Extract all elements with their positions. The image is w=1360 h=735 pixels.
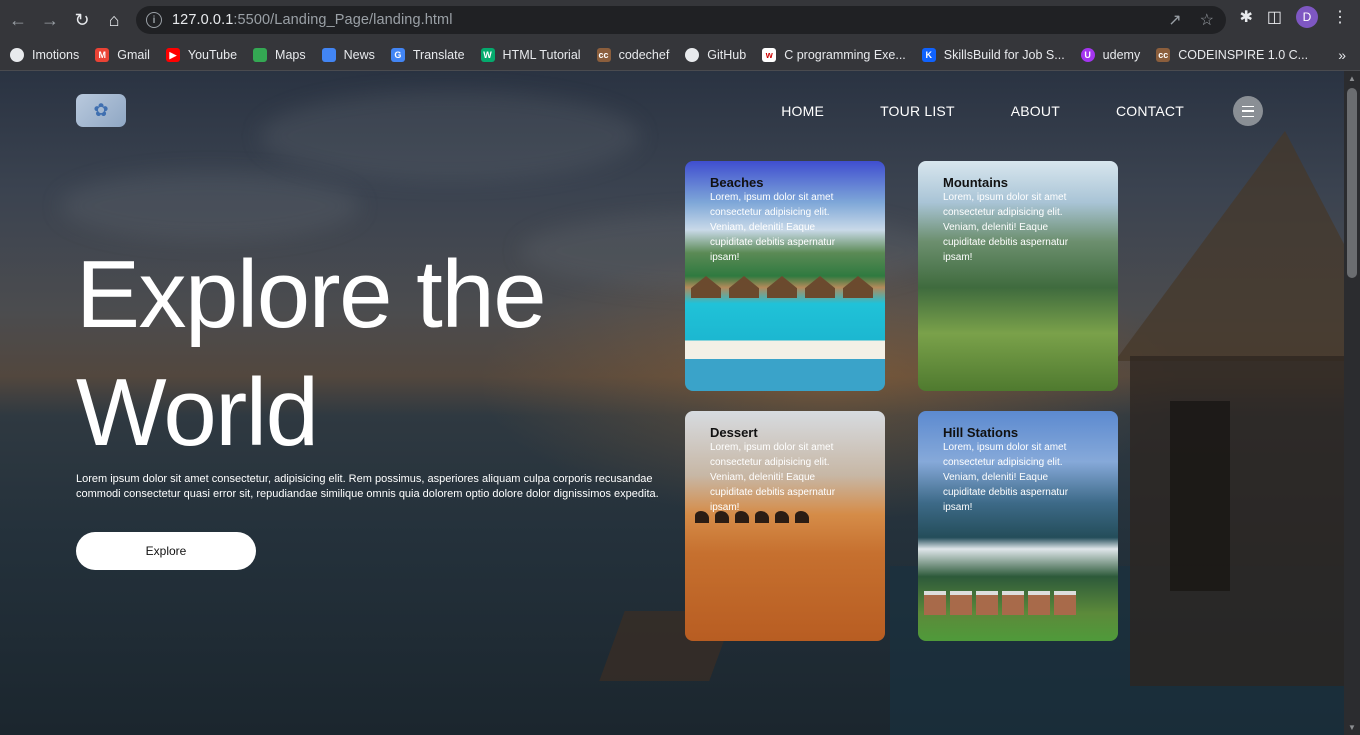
bookmark-codechef[interactable]: cc codechef bbox=[596, 48, 669, 62]
hero-title-line1: Explore the bbox=[76, 241, 547, 348]
scroll-up-icon[interactable]: ▲ bbox=[1348, 74, 1356, 83]
bookmark-star-icon[interactable]: ☆ bbox=[1200, 10, 1214, 30]
card-title: Beaches bbox=[710, 175, 764, 190]
card-dessert[interactable]: Dessert Lorem, ipsum dolor sit amet cons… bbox=[685, 411, 885, 641]
bookmark-imotions[interactable]: Imotions bbox=[10, 48, 79, 62]
home-icon[interactable]: ⌂ bbox=[100, 6, 128, 34]
bookmark-html-tutorial[interactable]: W HTML Tutorial bbox=[480, 48, 581, 62]
back-arrow-icon[interactable]: ← bbox=[4, 6, 32, 34]
globe-hands-icon: ✿ bbox=[93, 100, 109, 120]
hero-title-line2: World bbox=[76, 359, 319, 466]
browser-toolbar: ← → ↻ ⌂ i 127.0.0.1:5500/Landing_Page/la… bbox=[0, 0, 1360, 40]
extensions-icon[interactable]: ✱ bbox=[1239, 7, 1252, 27]
scroll-down-icon[interactable]: ▼ bbox=[1348, 723, 1356, 732]
card-beaches[interactable]: Beaches Lorem, ipsum dolor sit amet cons… bbox=[685, 161, 885, 391]
bookmarks-bar: Imotions M Gmail ▶ YouTube Maps News G Tran… bbox=[0, 40, 1360, 71]
bookmark-gmail[interactable]: M Gmail bbox=[95, 48, 150, 62]
beach-huts-illustration bbox=[685, 276, 885, 306]
nav-tour-list[interactable]: TOUR LIST bbox=[880, 103, 955, 119]
background-cloud bbox=[60, 171, 360, 241]
kebab-menu-icon[interactable]: ⋮ bbox=[1332, 7, 1348, 27]
bookmark-youtube[interactable]: ▶ YouTube bbox=[165, 48, 237, 62]
card-description: Lorem, ipsum dolor sit amet consectetur … bbox=[710, 442, 836, 513]
card-hill-stations[interactable]: Hill Stations Lorem, ipsum dolor sit ame… bbox=[918, 411, 1118, 641]
url-text[interactable]: 127.0.0.1:5500/Landing_Page/landing.html bbox=[172, 12, 453, 28]
address-bar[interactable]: i 127.0.0.1:5500/Landing_Page/landing.ht… bbox=[136, 6, 1226, 34]
profile-avatar[interactable]: D bbox=[1296, 6, 1318, 28]
bookmark-news[interactable]: News bbox=[321, 48, 375, 62]
hamburger-icon bbox=[1242, 105, 1254, 117]
url-path: :5500/Landing_Page/landing.html bbox=[233, 12, 453, 28]
news-icon bbox=[321, 48, 336, 62]
bookmark-codeinspire[interactable]: cc CODEINSPIRE 1.0 C... bbox=[1156, 48, 1308, 62]
codeinspire-icon: cc bbox=[1156, 48, 1171, 62]
background-hut-roof bbox=[1115, 131, 1344, 361]
bookmark-udemy[interactable]: Uudemy bbox=[1080, 48, 1140, 62]
nav-contact[interactable]: CONTACT bbox=[1116, 103, 1184, 119]
w3resource-icon: w bbox=[762, 48, 777, 62]
site-logo[interactable]: ✿ bbox=[76, 94, 126, 127]
forward-arrow-icon[interactable]: → bbox=[36, 6, 64, 34]
card-title: Dessert bbox=[710, 425, 758, 440]
card-description: Lorem, ipsum dolor sit amet consectetur … bbox=[943, 192, 1069, 263]
skillsbuild-icon: K bbox=[921, 48, 936, 62]
hamburger-menu-button[interactable] bbox=[1233, 96, 1263, 126]
side-panel-icon[interactable]: ◫ bbox=[1267, 7, 1282, 27]
card-title: Hill Stations bbox=[943, 425, 1019, 440]
maps-icon bbox=[253, 48, 268, 62]
nav-home[interactable]: HOME bbox=[781, 103, 824, 119]
card-description: Lorem, ipsum dolor sit amet consectetur … bbox=[943, 442, 1069, 513]
youtube-icon: ▶ bbox=[165, 48, 180, 62]
bookmark-skillsbuild[interactable]: K SkillsBuild for Job S... bbox=[921, 48, 1065, 62]
hero-description: Lorem ipsum dolor sit amet consectetur, … bbox=[76, 473, 659, 500]
explore-button[interactable]: Explore bbox=[76, 532, 256, 570]
gmail-icon: M bbox=[95, 48, 110, 62]
codechef-icon: cc bbox=[596, 48, 611, 62]
landing-page: ✿ HOME TOUR LIST ABOUT CONTACT Explore t… bbox=[0, 71, 1344, 735]
reload-icon[interactable]: ↻ bbox=[68, 6, 96, 34]
card-title: Mountains bbox=[943, 175, 1008, 190]
bookmark-github[interactable]: GitHub bbox=[685, 48, 746, 62]
background-hut-door bbox=[1170, 401, 1230, 591]
background-hut bbox=[1130, 356, 1344, 686]
translate-icon: G bbox=[390, 48, 405, 62]
card-mountains[interactable]: Mountains Lorem, ipsum dolor sit amet co… bbox=[918, 161, 1118, 391]
bookmark-c-programming[interactable]: wC programming Exe... bbox=[762, 48, 906, 62]
houses-illustration bbox=[924, 591, 1076, 615]
scrollbar-thumb[interactable] bbox=[1347, 88, 1357, 278]
bookmark-translate[interactable]: G Translate bbox=[390, 48, 465, 62]
page-scrollbar[interactable]: ▲ ▼ bbox=[1344, 71, 1360, 735]
background-cloud bbox=[260, 91, 640, 181]
hero-title: Explore the World bbox=[76, 236, 676, 472]
more-bookmarks-icon[interactable]: » bbox=[1338, 47, 1346, 63]
bookmark-maps[interactable]: Maps bbox=[253, 48, 306, 62]
globe-icon bbox=[10, 48, 24, 62]
github-icon bbox=[685, 48, 700, 62]
nav-about[interactable]: ABOUT bbox=[1011, 103, 1060, 119]
main-nav: HOME TOUR LIST ABOUT CONTACT bbox=[781, 103, 1184, 119]
card-description: Lorem, ipsum dolor sit amet consectetur … bbox=[710, 192, 836, 263]
url-host: 127.0.0.1 bbox=[172, 12, 234, 28]
share-icon[interactable]: ↗ bbox=[1168, 10, 1181, 30]
site-info-icon[interactable]: i bbox=[146, 12, 162, 28]
w3schools-icon: W bbox=[480, 48, 495, 62]
udemy-icon: U bbox=[1080, 48, 1095, 62]
